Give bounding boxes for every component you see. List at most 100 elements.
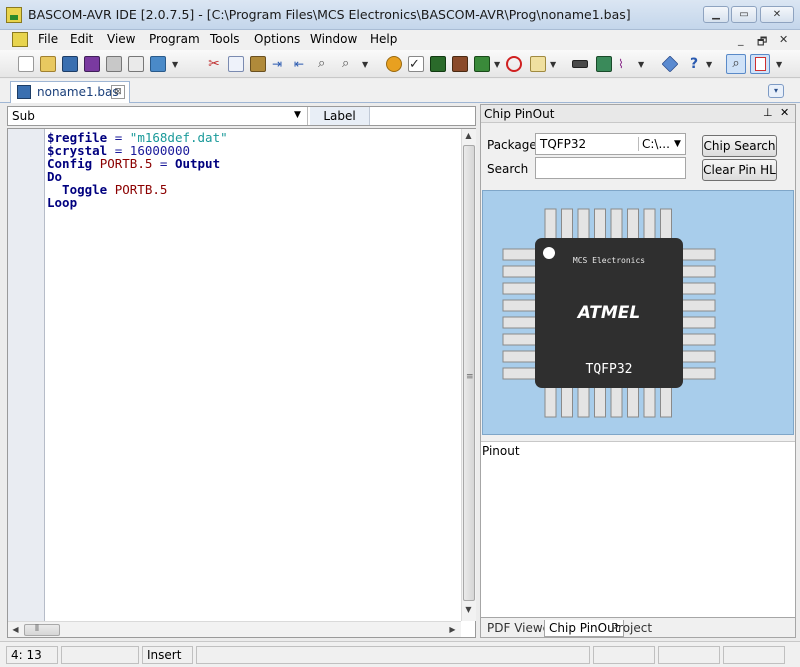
- package-value: TQFP32: [540, 137, 587, 151]
- scroll-up-icon[interactable]: ▲: [462, 131, 475, 140]
- lcd-designer-icon[interactable]: [572, 60, 588, 68]
- menu-help[interactable]: Help: [370, 32, 397, 46]
- paste-icon[interactable]: [250, 56, 266, 72]
- menu-program[interactable]: Program: [149, 32, 200, 46]
- pins-top: [544, 208, 672, 240]
- code-token: PORTB.5: [99, 156, 153, 171]
- chip-pin: [681, 367, 716, 380]
- pin-icon[interactable]: ⊥: [763, 106, 773, 119]
- chevron-down-icon[interactable]: ▼: [674, 139, 681, 149]
- compile-icon[interactable]: [386, 56, 402, 72]
- chip-search-button[interactable]: Chip Search: [702, 135, 777, 157]
- scroll-left-icon[interactable]: ◀: [9, 625, 22, 634]
- chip-view[interactable]: MCS Electronics ATMEL TQFP32: [482, 190, 794, 435]
- label-button[interactable]: Label: [310, 107, 370, 125]
- indent-icon[interactable]: ⇥: [272, 56, 288, 72]
- chip-pin: [502, 350, 537, 363]
- editor-gutter[interactable]: [8, 129, 45, 621]
- menu-tools[interactable]: Tools: [210, 32, 240, 46]
- pdf-dropdown-icon[interactable]: ▼: [776, 60, 782, 69]
- package-select[interactable]: TQFP32 C:\... ▼: [535, 133, 686, 155]
- tab-noname1[interactable]: noname1.bas ⊠: [10, 81, 130, 103]
- find-icon[interactable]: ⌕: [318, 56, 334, 72]
- vertical-scroll-thumb[interactable]: ≡: [463, 145, 475, 601]
- logic-icon[interactable]: ⌇: [618, 56, 634, 72]
- help-dropdown-icon[interactable]: ▼: [706, 60, 712, 69]
- menu-view[interactable]: View: [107, 32, 135, 46]
- clear-pin-button[interactable]: Clear Pin HL: [702, 159, 777, 181]
- print-preview-icon[interactable]: [128, 56, 144, 72]
- chip-package-text: TQFP32: [586, 362, 633, 377]
- code-editor[interactable]: $regfile = "m168def.dat" $crystal = 16000…: [7, 128, 476, 638]
- package-label: Package: [487, 138, 537, 152]
- tab-project[interactable]: Project: [607, 620, 656, 637]
- sub-label-bar: Sub ▼ Label: [7, 106, 476, 126]
- copy-icon[interactable]: [228, 56, 244, 72]
- chip-pin: [643, 208, 656, 240]
- program-chip-icon[interactable]: [430, 56, 446, 72]
- status-panel: [658, 646, 720, 664]
- chip-pin: [681, 299, 716, 312]
- mdi-minimize-button[interactable]: _: [738, 33, 744, 46]
- scroll-right-icon[interactable]: ▶: [446, 625, 459, 634]
- horizontal-scrollbar[interactable]: ◀ ⦀ ▶: [8, 621, 461, 637]
- open-file-icon[interactable]: [40, 56, 56, 72]
- mdi-close-button[interactable]: ✕: [779, 33, 788, 46]
- app-icon: [6, 7, 22, 23]
- options-dropdown-icon[interactable]: ▼: [550, 60, 556, 69]
- panel-close-icon[interactable]: ✕: [780, 106, 789, 119]
- status-bar: 4: 13 Insert: [0, 641, 800, 667]
- chip-pin: [660, 208, 672, 240]
- code-line[interactable]: Loop: [47, 196, 228, 209]
- hardware-icon[interactable]: [474, 56, 490, 72]
- window-title: BASCOM-AVR IDE [2.0.7.5] - [C:\Program F…: [28, 7, 631, 22]
- maximize-button[interactable]: ▭: [731, 6, 757, 23]
- menu-window[interactable]: Window: [310, 32, 357, 46]
- title-bar: BASCOM-AVR IDE [2.0.7.5] - [C:\Program F…: [0, 0, 800, 30]
- menu-options[interactable]: Options: [254, 32, 300, 46]
- vertical-scrollbar[interactable]: ▲ ≡ ▼: [461, 129, 476, 621]
- find-dropdown-icon[interactable]: ▼: [362, 60, 368, 69]
- find-next-icon[interactable]: ⌕: [342, 56, 358, 72]
- menu-file[interactable]: File: [38, 32, 58, 46]
- terminal-icon[interactable]: [596, 56, 612, 72]
- print-icon[interactable]: [106, 56, 122, 72]
- bas-file-icon: [17, 85, 31, 99]
- unindent-icon[interactable]: ⇤: [294, 56, 310, 72]
- save-as-icon[interactable]: [84, 56, 100, 72]
- scroll-down-icon[interactable]: ▼: [462, 605, 475, 614]
- chip-pin: [502, 333, 537, 346]
- syntax-check-icon[interactable]: ✓: [408, 56, 424, 72]
- chevron-down-icon[interactable]: ▼: [294, 110, 301, 120]
- chip-pin: [502, 265, 537, 278]
- pdf-icon[interactable]: [750, 54, 770, 74]
- pins-right: [681, 248, 716, 380]
- simulate-icon[interactable]: [452, 56, 468, 72]
- minimize-button[interactable]: ▁: [703, 6, 729, 23]
- export-icon[interactable]: [150, 56, 166, 72]
- new-file-icon[interactable]: [18, 56, 34, 72]
- tab-close-icon[interactable]: ⊠: [111, 85, 125, 99]
- cut-icon[interactable]: ✂: [206, 56, 222, 72]
- export-dropdown-icon[interactable]: ▼: [172, 60, 178, 69]
- options-icon[interactable]: [530, 56, 546, 72]
- hardware-dropdown-icon[interactable]: ▼: [494, 60, 500, 69]
- document-icon[interactable]: [12, 32, 28, 47]
- grip-icon: ≡: [466, 372, 474, 382]
- menu-edit[interactable]: Edit: [70, 32, 93, 46]
- sub-select[interactable]: Sub ▼: [8, 107, 308, 125]
- help-index-icon[interactable]: [661, 55, 679, 73]
- code-line[interactable]: Config PORTB.5 = Output: [47, 157, 228, 170]
- search-input[interactable]: [535, 157, 686, 179]
- chip-pin: [627, 386, 639, 418]
- panel-tabs: PDF Viewer Chip PinOut Project: [481, 617, 795, 637]
- stop-icon[interactable]: [506, 56, 522, 72]
- logic-dropdown-icon[interactable]: ▼: [638, 60, 644, 69]
- horizontal-scroll-thumb[interactable]: ⦀: [24, 624, 60, 636]
- save-icon[interactable]: [62, 56, 78, 72]
- help-icon[interactable]: ?: [686, 56, 702, 72]
- tabs-dropdown-icon[interactable]: ▾: [768, 84, 784, 98]
- close-button[interactable]: ✕: [760, 6, 794, 23]
- code-text[interactable]: $regfile = "m168def.dat" $crystal = 16000…: [47, 131, 228, 209]
- chip-pinout-icon[interactable]: ⌕: [726, 54, 746, 74]
